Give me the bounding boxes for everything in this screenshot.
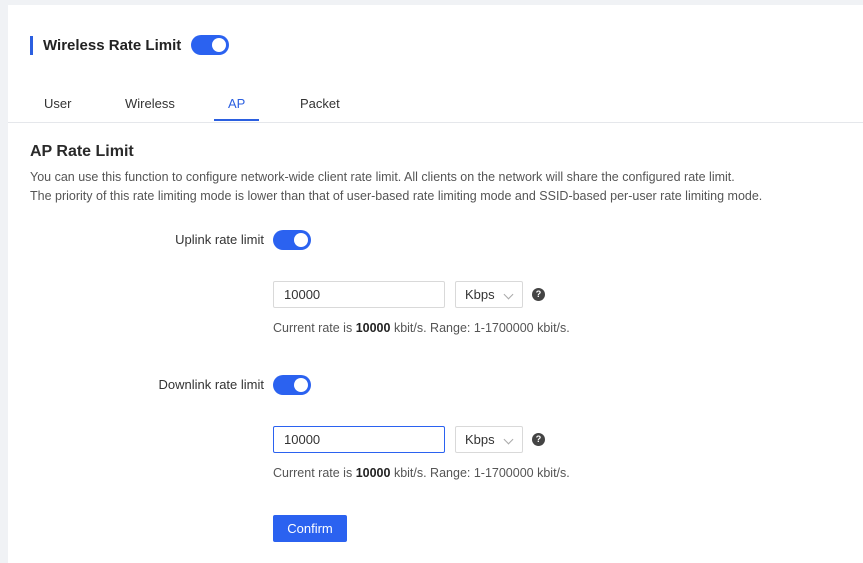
question-circle-icon[interactable]: ? xyxy=(532,288,545,301)
uplink-info-value: 10000 xyxy=(355,321,391,335)
toggle-knob xyxy=(294,378,308,392)
downlink-info-value: 10000 xyxy=(355,466,391,480)
tab-ap[interactable]: AP xyxy=(214,96,260,121)
downlink-info-prefix: Current rate is xyxy=(273,466,353,480)
wireless-rate-limit-toggle[interactable] xyxy=(191,35,230,55)
tab-bar: User Wireless AP Packet xyxy=(8,91,863,123)
uplink-unit-select[interactable]: Kbps xyxy=(455,281,523,308)
tab-user[interactable]: User xyxy=(44,96,71,121)
main-panel: Wireless Rate Limit User Wireless AP Pac… xyxy=(8,5,863,563)
toggle-knob xyxy=(212,38,227,52)
downlink-unit-select[interactable]: Kbps xyxy=(455,426,523,453)
downlink-label: Downlink rate limit xyxy=(158,377,264,392)
section-header: Wireless Rate Limit xyxy=(30,32,230,58)
downlink-rate-input[interactable]: 10000 xyxy=(273,426,445,453)
uplink-unit-value: Kbps xyxy=(465,287,495,302)
chevron-down-icon xyxy=(503,289,514,300)
chevron-down-icon xyxy=(503,434,514,445)
page-title: Wireless Rate Limit xyxy=(43,36,182,54)
description-line-2: The priority of this rate limiting mode … xyxy=(30,189,763,203)
uplink-info-suffix: kbit/s. Range: 1-1700000 kbit/s. xyxy=(393,321,570,335)
uplink-info-prefix: Current rate is xyxy=(273,321,353,335)
confirm-button[interactable]: Confirm xyxy=(273,515,347,542)
question-circle-icon[interactable]: ? xyxy=(532,433,545,446)
downlink-rate-info: Current rate is 10000 kbit/s. Range: 1-1… xyxy=(273,466,570,480)
uplink-label: Uplink rate limit xyxy=(175,232,264,247)
downlink-toggle[interactable] xyxy=(273,375,311,395)
section-title: AP Rate Limit xyxy=(30,143,134,160)
toggle-knob xyxy=(294,233,308,247)
uplink-rate-input[interactable]: 10000 xyxy=(273,281,445,308)
title-accent-bar xyxy=(30,35,33,55)
uplink-rate-info: Current rate is 10000 kbit/s. Range: 1-1… xyxy=(273,321,570,335)
downlink-info-suffix: kbit/s. Range: 1-1700000 kbit/s. xyxy=(393,466,570,480)
description-line-1: You can use this function to configure n… xyxy=(30,170,735,184)
uplink-toggle[interactable] xyxy=(273,230,311,250)
downlink-unit-value: Kbps xyxy=(465,432,495,447)
tab-packet[interactable]: Packet xyxy=(300,96,340,121)
tab-wireless[interactable]: Wireless xyxy=(125,96,175,121)
